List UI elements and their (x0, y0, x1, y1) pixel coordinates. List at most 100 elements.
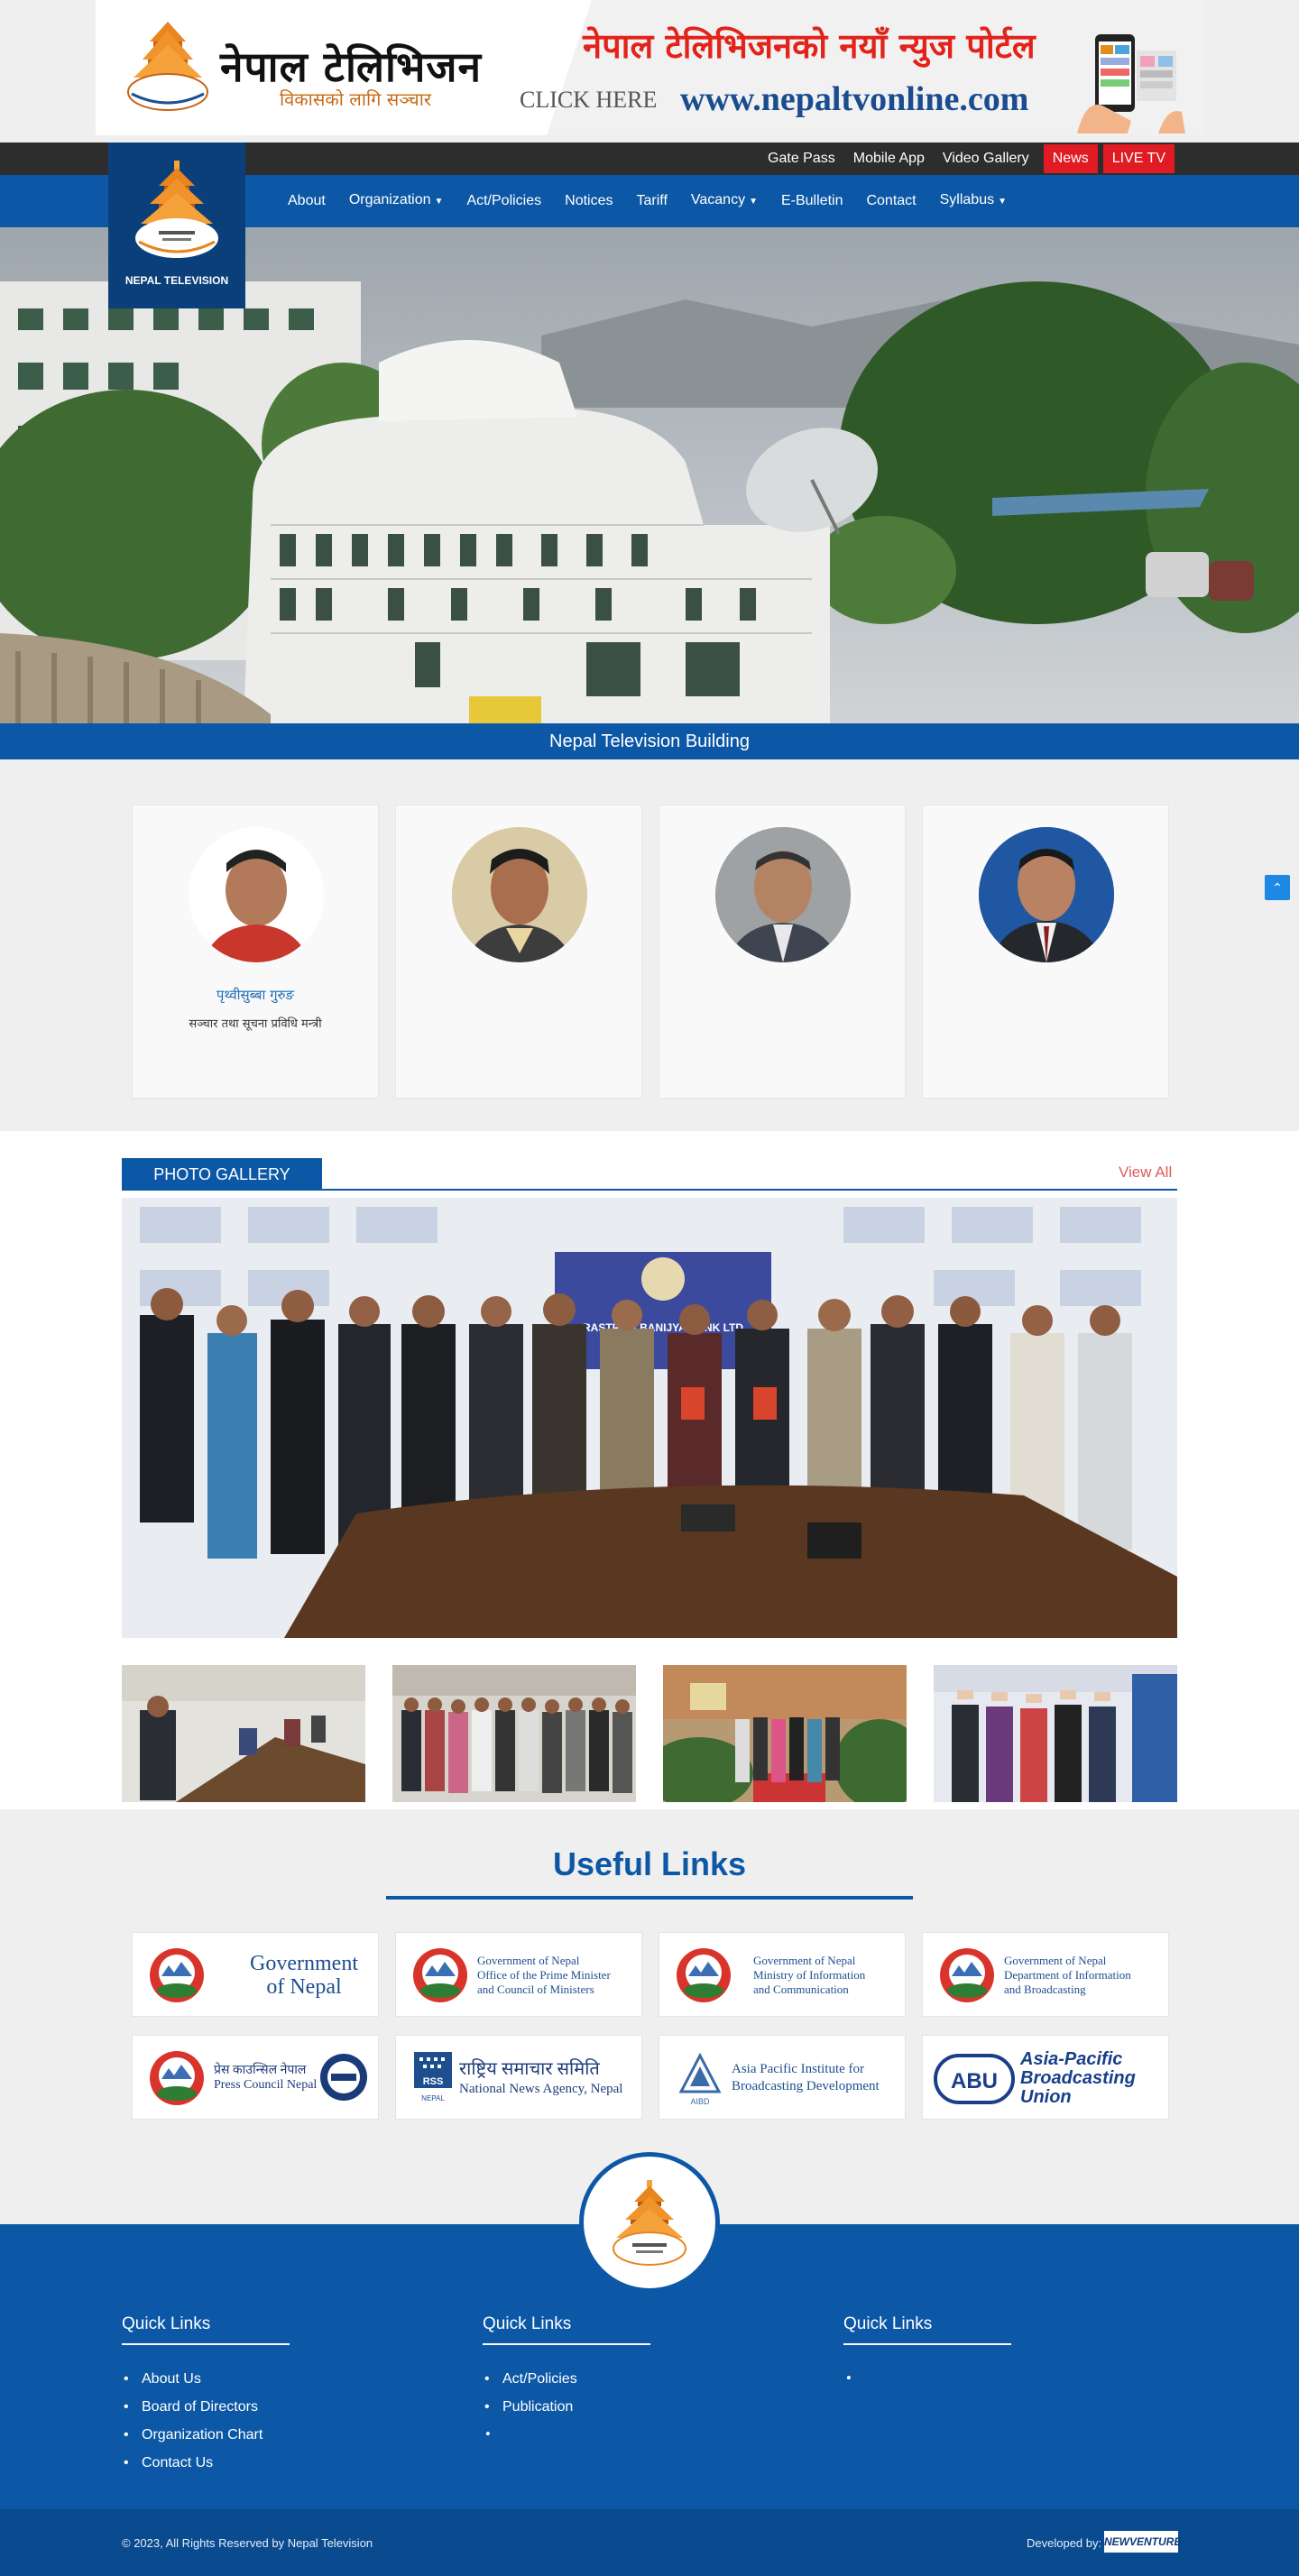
site-logo[interactable]: NEPAL TELEVISION (108, 143, 245, 308)
link-text: Government of Nepal Ministry of Informat… (753, 1933, 866, 2016)
footer-link[interactable]: About Us (122, 2365, 465, 2393)
link-line: and Council of Ministers (477, 1983, 594, 1996)
video-gallery-link[interactable]: Video Gallery (934, 143, 1038, 175)
link-text: प्रेस काउन्सिल नेपाल Press Council Nepal (214, 2036, 318, 2119)
footer-link[interactable]: Organization Chart (122, 2421, 465, 2449)
leader-card[interactable] (922, 805, 1169, 1099)
gallery-thumbnail[interactable] (934, 1665, 1177, 1802)
link-line: and Broadcasting (1004, 1983, 1086, 1996)
banner-headline: नेपाल टेलिभिजनको नयाँ न्युज पोर्टल (583, 26, 1036, 66)
link-line: Ministry of Information (753, 1968, 866, 1982)
nav-act-policies-label: Act/Policies (466, 193, 542, 208)
mobile-app-link[interactable]: Mobile App (844, 143, 934, 175)
link-line: Broadcasting (1020, 2067, 1136, 2088)
link-line: Asia Pacific Institute for (732, 2062, 865, 2076)
gallery-featured-photo[interactable]: RASTRIYA BANIJYA BANK LTD (122, 1198, 1177, 1638)
news-portal-ad-banner[interactable]: नेपाल टेलिभिजन विकासको लागि सञ्चार नेपाल… (96, 0, 1203, 135)
abu-logo-icon: ABU (934, 2054, 1015, 2104)
footer-link-list: Act/Policies Publication (483, 2365, 825, 2449)
nepal-emblem-icon (413, 1948, 467, 2002)
link-text: Government of Nepal (223, 1933, 378, 2016)
nav-notices[interactable]: Notices (553, 175, 624, 227)
link-text: राष्ट्रिय समाचार समिति National News Age… (459, 2036, 622, 2119)
gallery-thumbnail[interactable] (122, 1665, 365, 1802)
avatar (452, 827, 587, 962)
nav-contact[interactable]: Contact (854, 175, 927, 227)
scroll-to-top-button[interactable]: ⌃ (1265, 875, 1290, 900)
nav-notices-label: Notices (565, 193, 613, 208)
link-government-of-nepal[interactable]: Government of Nepal (132, 1932, 379, 2017)
gallery-divider (122, 1189, 1177, 1191)
copyright-text: © 2023, All Rights Reserved by Nepal Tel… (122, 2536, 373, 2550)
link-doib[interactable]: Government of Nepal Department of Inform… (922, 1932, 1169, 2017)
leader-card[interactable] (659, 805, 906, 1099)
banner-url: www.nepaltvonline.com (680, 80, 1029, 118)
caret-down-icon: ▼ (749, 197, 758, 207)
link-moic[interactable]: Government of Nepal Ministry of Informat… (659, 1932, 906, 2017)
ntv-footer-emblem-icon (613, 2180, 686, 2266)
link-line: and Communication (753, 1983, 849, 1996)
link-press-council[interactable]: प्रेस काउन्सिल नेपाल Press Council Nepal (132, 2035, 379, 2120)
banner-click-here: CLICK HERE (520, 87, 658, 113)
footer-link[interactable]: Board of Directors (122, 2393, 465, 2421)
utility-links: Gate Pass Mobile App Video Gallery News … (759, 143, 1175, 175)
nav-about[interactable]: About (276, 175, 337, 227)
link-line: राष्ट्रिय समाचार समिति (459, 2059, 600, 2079)
developer-logo[interactable]: NEWVENTURE (1104, 2531, 1181, 2553)
link-line: Press Council Nepal (214, 2078, 318, 2092)
news-button[interactable]: News (1043, 144, 1098, 173)
press-council-seal-icon (320, 2054, 367, 2101)
svg-text:ABU: ABU (951, 2069, 998, 2093)
footer-link[interactable]: Act/Policies (483, 2365, 825, 2393)
nav-organization[interactable]: Organization ▼ (337, 174, 456, 228)
nav-vacancy[interactable]: Vacancy ▼ (679, 174, 769, 228)
link-line: Broadcasting Development (732, 2079, 880, 2093)
aibd-logo-icon: AIBD (678, 2052, 722, 2106)
leader-card[interactable]: पृथ्वीसुब्बा गुरुङ सञ्चार तथा सूचना प्रव… (132, 805, 379, 1099)
avatar (979, 827, 1114, 962)
footer-link[interactable]: Contact Us (122, 2449, 465, 2477)
avatar (189, 827, 324, 962)
nav-items: About Organization ▼ Act/Policies Notices… (276, 175, 1018, 227)
leader-name: पृथ्वीसुब्बा गुरुङ (216, 987, 295, 1003)
gallery-thumbnail[interactable] (663, 1665, 907, 1802)
phone-in-hand-icon (1077, 34, 1185, 133)
avatar (715, 827, 851, 962)
photo-gallery-section: PHOTO GALLERY View All RASTRIYA BANIJYA … (0, 1131, 1299, 1809)
link-line: प्रेस काउन्सिल नेपाल (214, 2064, 307, 2077)
link-text: Asia-Pacific Broadcasting Union (1020, 2036, 1136, 2119)
banner-tagline: विकासको लागि सञ्चार (280, 88, 432, 110)
nepal-emblem-icon (677, 1948, 731, 2002)
copyright-bar: © 2023, All Rights Reserved by Nepal Tel… (0, 2509, 1299, 2576)
nav-tariff[interactable]: Tariff (625, 175, 679, 227)
link-line: Asia-Pacific (1020, 2048, 1123, 2069)
live-tv-button[interactable]: LIVE TV (1102, 144, 1175, 173)
leader-card[interactable] (395, 805, 642, 1099)
useful-links-divider (386, 1896, 913, 1900)
link-line: Office of the Prime Minister (477, 1968, 611, 1982)
nav-e-bulletin[interactable]: E-Bulletin (769, 175, 854, 227)
svg-text:NEPAL: NEPAL (421, 2094, 445, 2102)
hero-caption: Nepal Television Building (0, 723, 1299, 759)
link-abu[interactable]: ABU Asia-Pacific Broadcasting Union (922, 2035, 1169, 2120)
svg-text:AIBD: AIBD (690, 2097, 710, 2106)
footer-column-title: Quick Links (122, 2314, 290, 2345)
link-aibd[interactable]: AIBD Asia Pacific Institute for Broadcas… (659, 2035, 906, 2120)
leaders-section: पृथ्वीसुब्बा गुरुङ सञ्चार तथा सूचना प्रव… (0, 759, 1299, 1131)
link-line: of Nepal (266, 1975, 342, 1999)
gallery-thumbnail[interactable] (392, 1665, 636, 1802)
gate-pass-link[interactable]: Gate Pass (759, 143, 844, 175)
footer-column: Quick Links Act/Policies Publication (483, 2314, 825, 2449)
logo-text: NEPAL TELEVISION (124, 274, 229, 287)
link-rss[interactable]: RSS NEPAL राष्ट्रिय समाचार समिति National… (395, 2035, 642, 2120)
ntv-logo-icon (135, 161, 218, 258)
nepal-emblem-icon (940, 1948, 994, 2002)
nav-act-policies[interactable]: Act/Policies (455, 175, 553, 227)
footer-column-title: Quick Links (483, 2314, 650, 2345)
footer-link[interactable]: Publication (483, 2393, 825, 2421)
nav-syllabus[interactable]: Syllabus ▼ (928, 174, 1018, 228)
link-line: Government (250, 1952, 358, 1975)
view-all-link[interactable]: View All (1119, 1164, 1172, 1182)
link-opmcm[interactable]: Government of Nepal Office of the Prime … (395, 1932, 642, 2017)
footer-column: Quick Links (843, 2314, 1204, 2393)
